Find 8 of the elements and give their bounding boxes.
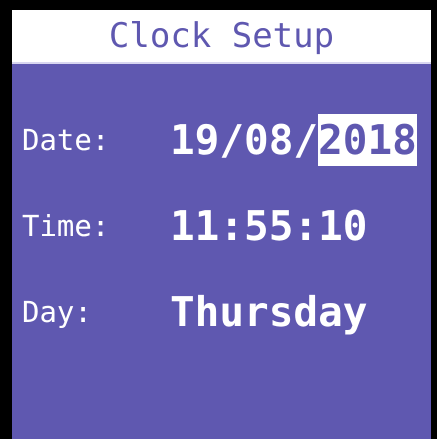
field-label: Time: bbox=[22, 209, 110, 243]
field-value[interactable]: 2018 bbox=[318, 114, 417, 166]
field-value[interactable]: Thursday bbox=[170, 286, 368, 338]
field-label: Date: bbox=[22, 123, 110, 157]
field-value[interactable]: 19/08/ bbox=[170, 114, 318, 166]
field-value[interactable]: 11:55:10 bbox=[170, 200, 368, 252]
field-label: Day: bbox=[22, 295, 93, 329]
screen-title: Clock Setup bbox=[108, 16, 334, 56]
